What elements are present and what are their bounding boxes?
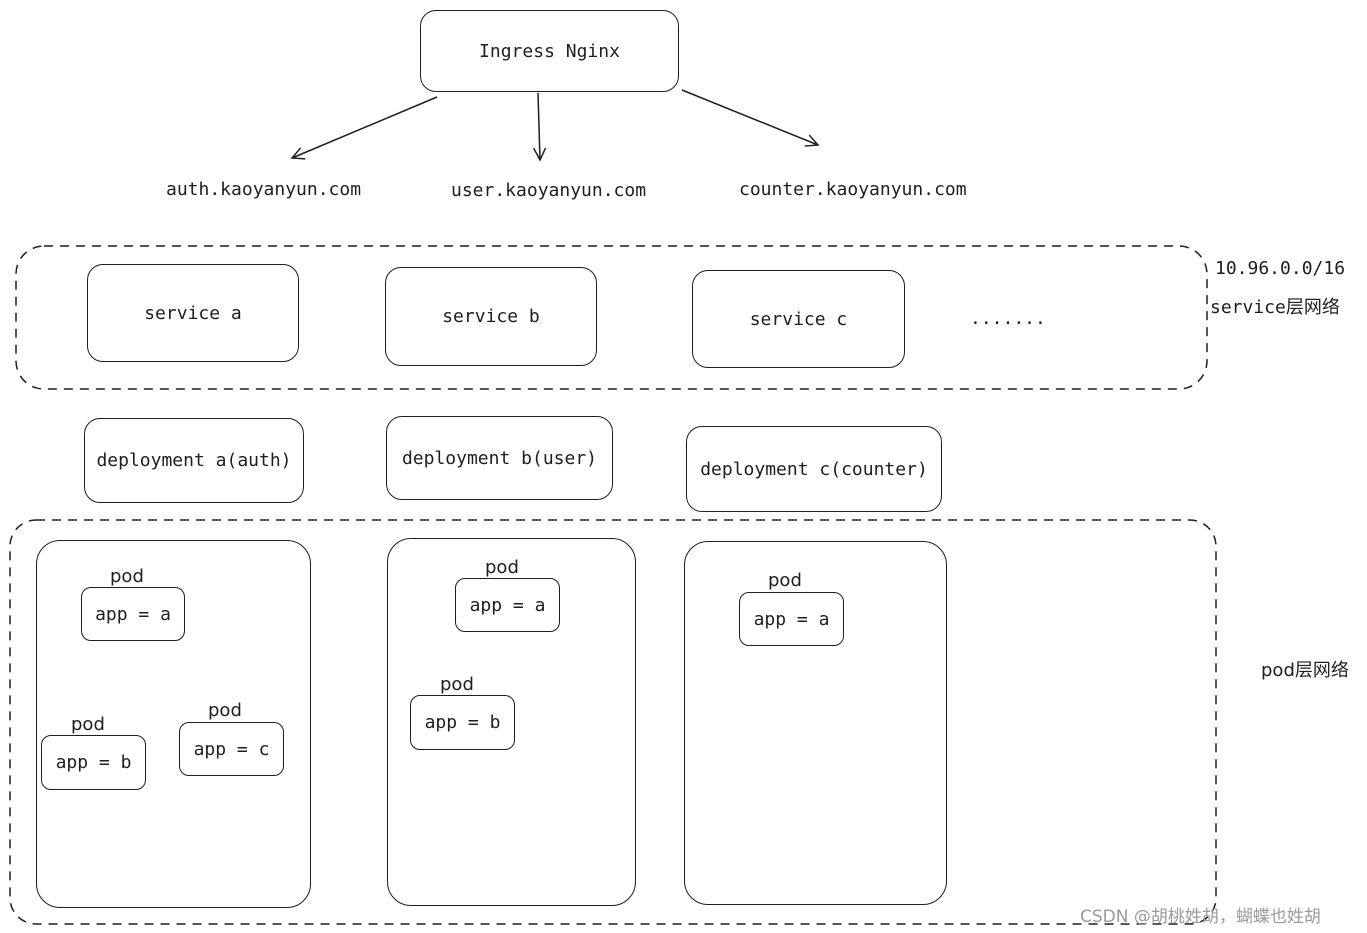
- service-a-label: service a: [144, 302, 242, 324]
- pod-app-a: app = a: [739, 592, 844, 646]
- deployment-c-box: deployment c(counter): [686, 426, 942, 512]
- service-a-box: service a: [87, 264, 299, 362]
- service-b-label: service b: [442, 306, 540, 327]
- pod-app-label: app = c: [193, 738, 270, 760]
- pod-app-label: app = a: [95, 603, 171, 625]
- more-services-ellipsis: .......: [970, 308, 1046, 329]
- pod-label: pod: [768, 570, 802, 591]
- pod-app-label: app = b: [424, 712, 501, 733]
- service-b-box: service b: [385, 267, 597, 366]
- pod-label: pod: [208, 700, 242, 721]
- ingress-label: Ingress Nginx: [479, 40, 620, 62]
- arrow-to-auth: [292, 96, 438, 158]
- pod-app-b: app = b: [410, 695, 515, 750]
- service-layer-label: service层网络: [1210, 297, 1340, 318]
- ingress-nginx-box: Ingress Nginx: [420, 10, 679, 92]
- arrow-to-user: [538, 92, 540, 160]
- deployment-b-label: deployment b(user): [401, 447, 598, 469]
- pod-label: pod: [110, 566, 144, 587]
- deployment-a-label: deployment a(auth): [96, 450, 292, 471]
- pod-app-b: app = b: [41, 735, 146, 790]
- domain-user: user.kaoyanyun.com: [451, 180, 647, 201]
- pod-app-label: app = a: [469, 594, 546, 616]
- deployment-c-label: deployment c(counter): [700, 458, 928, 480]
- service-c-box: service c: [692, 270, 905, 368]
- watermark: CSDN @胡桃姓胡，蝴蝶也姓胡: [1080, 907, 1321, 927]
- service-c-label: service c: [749, 308, 848, 330]
- deployment-a-box: deployment a(auth): [84, 418, 304, 503]
- domain-counter: counter.kaoyanyun.com: [739, 179, 967, 200]
- pod-label: pod: [485, 557, 519, 578]
- pod-app-label: app = b: [55, 752, 132, 773]
- pod-app-label: app = a: [753, 608, 830, 630]
- arrow-to-counter: [681, 89, 818, 145]
- pod-label: pod: [440, 674, 474, 695]
- pod-app-a: app = a: [455, 578, 560, 632]
- pod-app-a: app = a: [81, 587, 185, 641]
- deployment-b-box: deployment b(user): [386, 416, 613, 500]
- pod-app-c: app = c: [179, 722, 284, 776]
- pod-label: pod: [71, 714, 105, 735]
- pod-layer-label: pod层网络: [1261, 660, 1349, 681]
- domain-auth: auth.kaoyanyun.com: [166, 179, 362, 200]
- service-cidr: 10.96.0.0/16: [1215, 258, 1346, 279]
